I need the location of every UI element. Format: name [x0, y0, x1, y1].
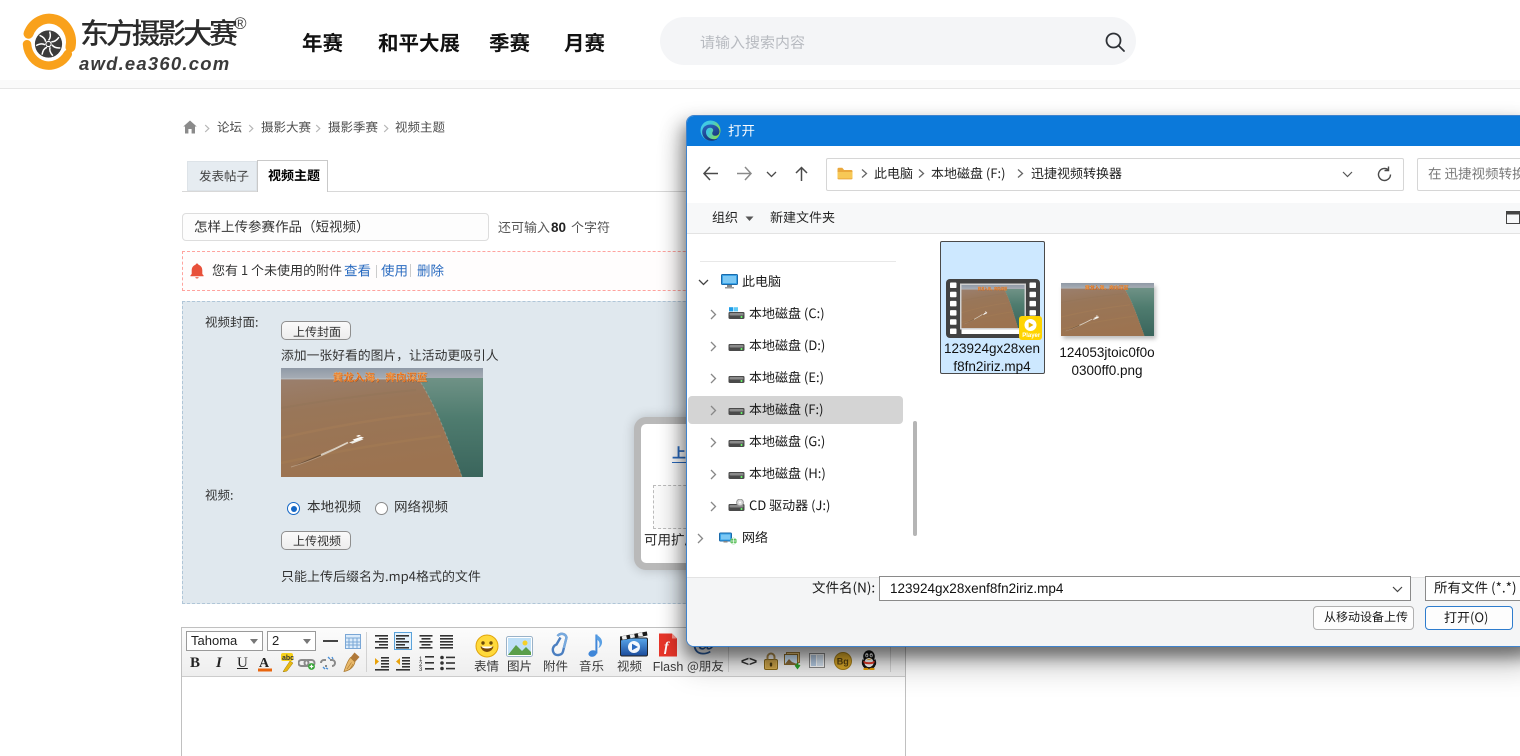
- svg-text:Player: Player: [1022, 333, 1041, 339]
- svg-text:3: 3: [419, 667, 423, 671]
- svg-text:abc: abc: [282, 655, 294, 662]
- svg-text:Bg: Bg: [837, 657, 849, 667]
